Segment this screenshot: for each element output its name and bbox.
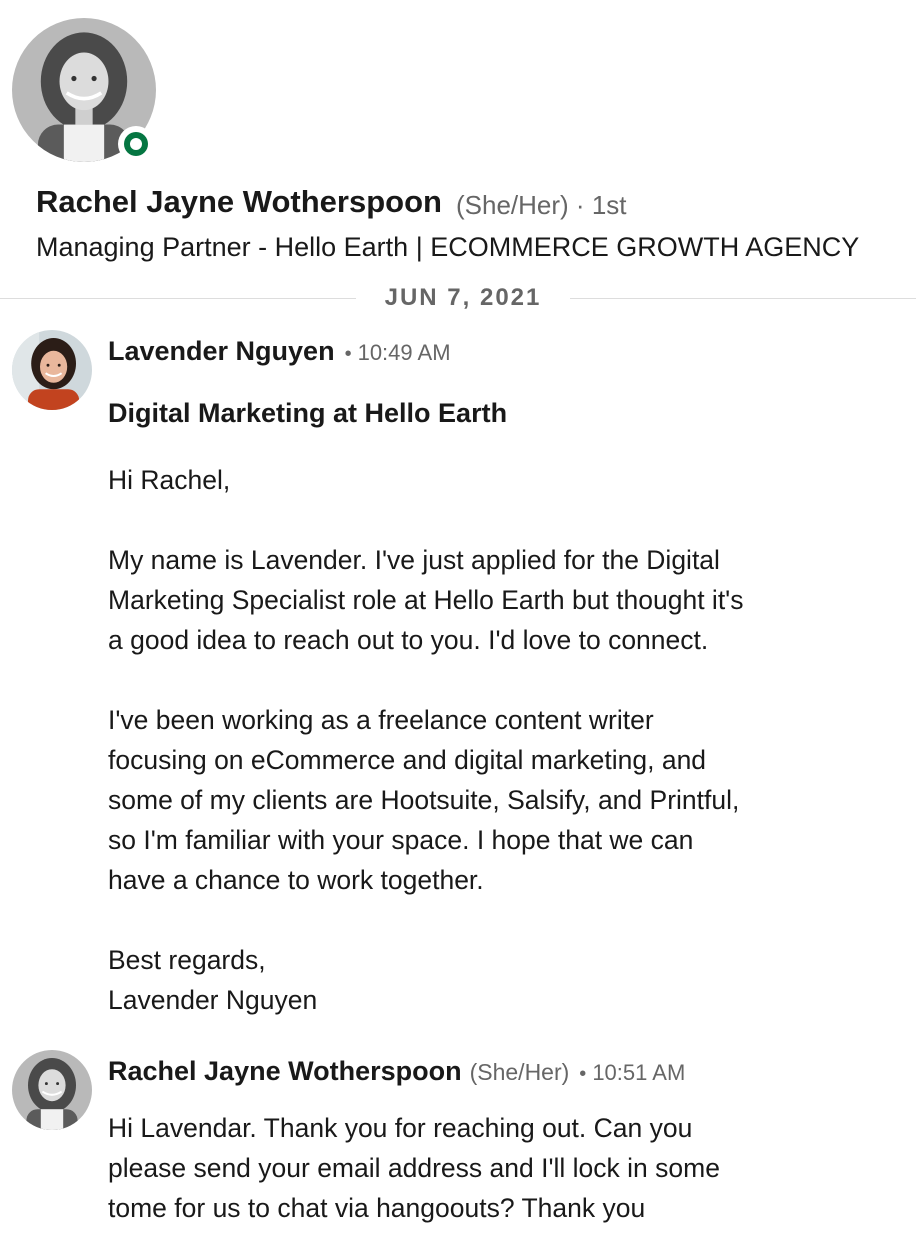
message-line: tome for us to chat via hangoouts? Thank…	[108, 1193, 646, 1223]
message-body: Hi Rachel, My name is Lavender. I've jus…	[108, 460, 868, 1020]
message-line: some of my clients are Hootsuite, Salsif…	[108, 785, 740, 815]
profile-name[interactable]: Rachel Jayne Wotherspoon	[36, 184, 442, 220]
date-divider-right	[570, 298, 916, 299]
connection-degree: 1st	[591, 190, 627, 220]
message-time: 10:51 AM	[592, 1060, 686, 1085]
message-line: My name is Lavender. I've just applied f…	[108, 545, 720, 575]
message-line: please send your email address and I'll …	[108, 1153, 720, 1183]
message-line: so I'm familiar with your space. I hope …	[108, 825, 694, 855]
message-time: 10:49 AM	[357, 340, 451, 365]
message-line: Best regards,	[108, 945, 266, 975]
message-line: Marketing Specialist role at Hello Earth…	[108, 585, 744, 615]
message-line	[108, 900, 868, 940]
sender-avatar[interactable]	[12, 1050, 92, 1130]
date-divider-label: JUN 7, 2021	[384, 284, 542, 311]
sender-pronouns: (She/Her)	[469, 1059, 570, 1085]
sender-avatar[interactable]	[12, 330, 92, 410]
date-divider-left	[0, 298, 356, 299]
message-line: Hi Rachel,	[108, 465, 231, 495]
separator-dot: •	[579, 1063, 587, 1085]
sender-name[interactable]: Lavender Nguyen	[108, 336, 335, 366]
profile-pronouns: (She/Her)	[456, 190, 569, 220]
separator-dot: ·	[568, 190, 592, 220]
separator-dot: •	[344, 343, 352, 365]
message-line: a good idea to reach out to you. I'd lov…	[108, 625, 709, 655]
sender-name[interactable]: Rachel Jayne Wotherspoon	[108, 1056, 462, 1086]
message-line: have a chance to work together.	[108, 865, 484, 895]
message-line: focusing on eCommerce and digital market…	[108, 745, 707, 775]
message-line: Lavender Nguyen	[108, 985, 318, 1015]
message-line: Hi Lavendar. Thank you for reaching out.…	[108, 1113, 693, 1143]
message-line: I've been working as a freelance content…	[108, 705, 654, 735]
profile-headline: Managing Partner - Hello Earth | ECOMMER…	[36, 232, 860, 262]
message-header: Lavender Nguyen • 10:49 AM	[108, 336, 451, 367]
sender-photo-icon	[12, 1050, 92, 1130]
message-subject: Digital Marketing at Hello Earth	[108, 398, 508, 428]
message-line	[108, 500, 868, 540]
sender-photo-icon	[12, 330, 92, 410]
profile-meta: (She/Her) · 1st	[456, 190, 627, 221]
message-line	[108, 660, 868, 700]
online-status-icon	[118, 126, 154, 162]
message-body: Hi Lavendar. Thank you for reaching out.…	[108, 1108, 868, 1228]
message-header: Rachel Jayne Wotherspoon (She/Her) • 10:51 …	[108, 1056, 685, 1087]
